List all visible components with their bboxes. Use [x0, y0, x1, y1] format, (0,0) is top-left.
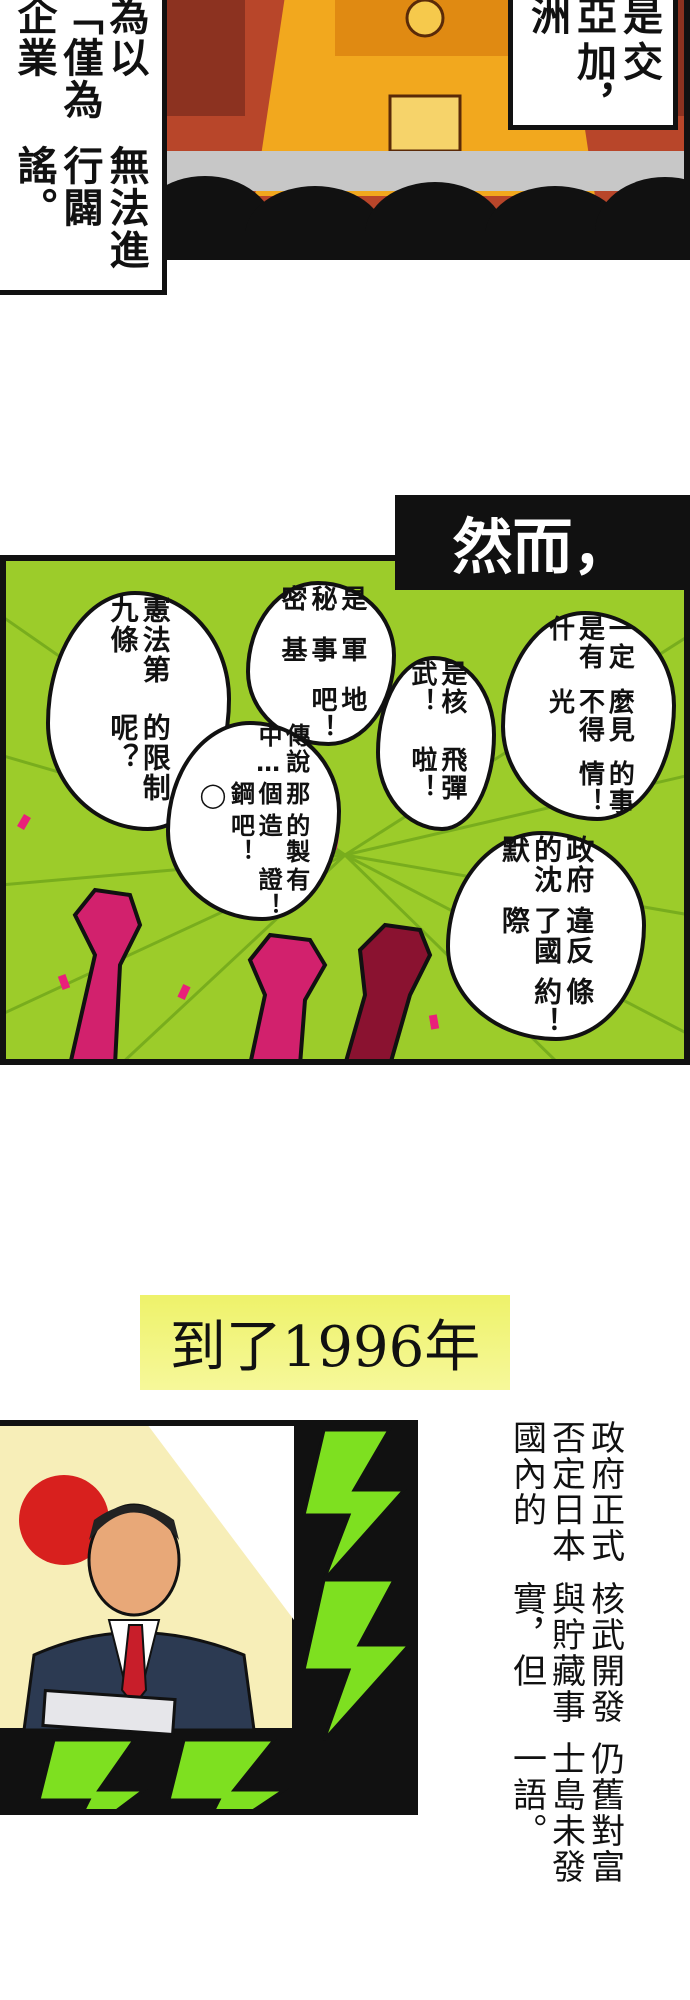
caption-right-line-1: 是亞洲 — [524, 0, 662, 37]
caption-left-line-2: 無法進行闢謠。 — [10, 144, 149, 271]
bubble-treaty-line-2: 違反了國際 — [497, 906, 596, 966]
bubble-treaty: 政府的沈默 違反了國際 條約！ — [446, 831, 646, 1041]
panel-politician — [0, 1420, 418, 1815]
bubble-nuclear: 是核武！ 飛彈啦！ — [376, 656, 496, 831]
bubble-secret-line-2: 軍事基 — [277, 635, 367, 664]
politician-art — [0, 1426, 412, 1809]
caption-bottom-right: 政府正式否定日本國內的 核武開發與貯藏事實，但 仍舊對富士島未發一語。 — [490, 1420, 640, 1900]
year-caption: 到了1996年 — [140, 1295, 510, 1390]
caption-left-line-1: 為以「僅為企業 — [10, 0, 149, 121]
banner-however: 然而， — [395, 495, 690, 590]
bubble-secret-line-1: 是秘密 — [277, 585, 367, 613]
bubble-legend-line-1: 傳說中… — [254, 723, 310, 779]
bubble-legend-line-4: 有證！ — [254, 867, 310, 919]
caption-left-top: 為以「僅為企業 無法進行闢謠。 — [0, 0, 167, 295]
bubble-light-line-3: 的事情！ — [574, 760, 635, 817]
year-caption-text: 到了1996年 — [169, 1315, 481, 1380]
bubble-light-line-1: 一定是有什 — [544, 615, 635, 671]
banner-however-text: 然而， — [452, 513, 633, 583]
bubble-legend: 傳說中… 那個鋼◯ 的製造吧！ 有證！ — [166, 721, 341, 921]
caption-right-line-2: 交加， — [570, 41, 662, 125]
bubble-secret-base: 是秘密 軍事基 地吧！ — [246, 581, 396, 746]
bubble-legend-line-3: 的製造吧！ — [226, 813, 310, 865]
bubble-light-line-2: 麼見不得光 — [544, 687, 635, 744]
bubble-nuclear-line-1: 是核武！ — [407, 660, 467, 716]
bubble-constitution-line-2: 的限制呢？ — [106, 713, 172, 803]
caption-bottom-line-2: 核武開發與貯藏事實，但 — [506, 1580, 625, 1725]
bubble-treaty-line-3: 條約！ — [530, 977, 596, 1037]
caption-bottom-line-3: 仍舊對富士島未發一語。 — [506, 1741, 625, 1886]
bubble-cant-see-light: 一定是有什 麼見不得光 的事情！ — [501, 611, 676, 821]
caption-right-top: 是亞洲 交加， — [508, 0, 678, 130]
bubble-nuclear-line-2: 飛彈啦！ — [407, 745, 467, 802]
caption-bottom-line-1: 政府正式否定日本國內的 — [506, 1420, 625, 1564]
bubble-treaty-line-1: 政府的沈默 — [497, 835, 596, 895]
bubble-constitution-line-1: 憲法第九條 — [106, 595, 172, 685]
bubble-legend-line-2: 那個鋼◯ — [198, 781, 310, 811]
panel-speculation: 憲法第九條 的限制呢？ 是秘密 軍事基 地吧！ 是核武！ 飛彈啦！ 一定是有什 … — [0, 555, 690, 1065]
